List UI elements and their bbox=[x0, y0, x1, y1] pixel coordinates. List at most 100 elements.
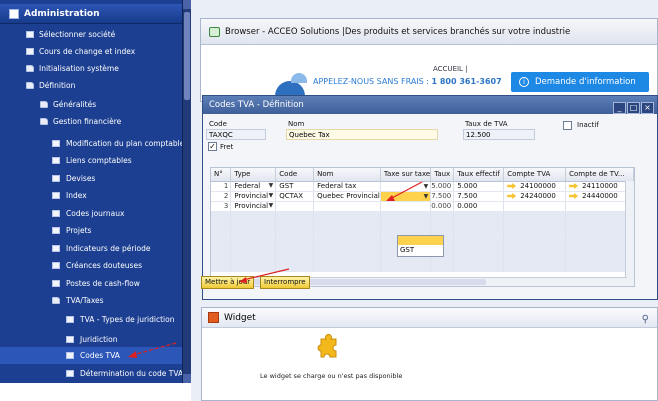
demande-information-button[interactable]: i Demande d'information bbox=[511, 72, 649, 92]
column-header[interactable]: Type bbox=[230, 168, 277, 182]
table-row[interactable]: 2 Provincial ▼ QCTAX Quebec Provincial ▼ … bbox=[211, 191, 634, 202]
sidebar-item-indicateurs-periode[interactable]: Indicateurs de période bbox=[0, 240, 182, 257]
sidebar-item-liens-comptables[interactable]: Liens comptables bbox=[0, 152, 182, 169]
form-icon bbox=[52, 140, 60, 147]
inactif-checkbox[interactable] bbox=[563, 121, 572, 130]
codes-tva-window: Codes TVA - Définition _ □ × Code TAXQC No… bbox=[201, 95, 658, 300]
sidebar-item-projets[interactable]: Projets bbox=[0, 222, 182, 239]
dropdown-empty-option[interactable] bbox=[398, 236, 443, 245]
sidebar-item-gestion-financiere[interactable]: Gestion financière bbox=[0, 113, 182, 130]
compte-tv2-cell[interactable]: 24110000 bbox=[565, 181, 634, 192]
sidebar-item-modification-plan-comptable[interactable]: Modification du plan comptable bbox=[0, 135, 182, 152]
column-header[interactable]: Taux effectif bbox=[453, 168, 505, 182]
row-number: 2 bbox=[211, 191, 232, 202]
sidebar-scrollbar[interactable] bbox=[182, 0, 191, 383]
taxe-sur-taxe-cell[interactable]: ▼ bbox=[380, 191, 432, 202]
nom-label: Nom bbox=[288, 120, 305, 128]
dropdown-arrow-icon[interactable]: ▼ bbox=[269, 182, 274, 189]
sidebar-item-index[interactable]: Index bbox=[0, 187, 182, 204]
pin-icon[interactable]: ⚲ bbox=[642, 310, 649, 330]
dropdown-arrow-icon[interactable]: ▼ bbox=[269, 202, 274, 209]
sidebar-item-devises[interactable]: Devises bbox=[0, 170, 182, 187]
column-header[interactable]: Taux bbox=[430, 168, 455, 182]
maximize-icon[interactable]: □ bbox=[627, 102, 640, 114]
close-icon[interactable]: × bbox=[641, 102, 654, 114]
sidebar-item-juridiction[interactable]: Juridiction bbox=[0, 331, 182, 348]
nom-cell[interactable]: Quebec Provincial bbox=[313, 191, 381, 202]
sidebar-item-initialisation-systeme[interactable]: Initialisation système bbox=[0, 60, 182, 77]
column-header[interactable]: Compte TVA bbox=[503, 168, 567, 182]
form-icon bbox=[26, 48, 34, 55]
link-arrow-icon[interactable] bbox=[507, 183, 517, 189]
dropdown-arrow-icon[interactable]: ▼ bbox=[269, 192, 274, 199]
window-title: Codes TVA - Définition bbox=[209, 100, 304, 110]
dropdown-arrow-icon[interactable]: ▼ bbox=[424, 183, 429, 190]
table-row[interactable]: 1 Federal ▼ GST Federal tax ▼ 5.000 5.000… bbox=[211, 181, 634, 192]
link-arrow-icon[interactable] bbox=[569, 183, 579, 189]
column-header[interactable]: N° bbox=[211, 168, 232, 182]
widget-icon bbox=[208, 312, 219, 323]
dropdown-arrow-icon[interactable]: ▼ bbox=[424, 193, 429, 200]
sidebar-item-label: Liens comptables bbox=[66, 156, 132, 165]
column-header[interactable]: Nom bbox=[313, 168, 381, 182]
scroll-down-button[interactable] bbox=[183, 374, 191, 383]
taxe-sur-taxe-dropdown[interactable]: GST bbox=[397, 235, 444, 257]
sidebar-item-creances-douteuses[interactable]: Créances douteuses bbox=[0, 257, 182, 274]
code-field[interactable]: TAXQC bbox=[206, 129, 266, 140]
type-cell[interactable]: Federal ▼ bbox=[230, 181, 277, 192]
nom-field[interactable]: Quebec Tax bbox=[286, 129, 438, 140]
sidebar-item-label: Codes TVA bbox=[80, 351, 120, 360]
fret-checkbox[interactable]: ✓ bbox=[208, 142, 217, 151]
compte-tva-cell[interactable] bbox=[503, 201, 567, 212]
code-cell[interactable] bbox=[275, 201, 315, 212]
code-cell[interactable]: GST bbox=[275, 181, 315, 192]
folder-icon bbox=[26, 65, 34, 72]
taxe-sur-taxe-cell[interactable] bbox=[380, 201, 432, 212]
interrompre-button[interactable]: Interrompre bbox=[260, 276, 310, 289]
column-header[interactable]: Taxe sur taxe bbox=[380, 168, 432, 182]
sidebar-item-codes-journaux[interactable]: Codes journaux bbox=[0, 205, 182, 222]
scrollbar-thumb[interactable] bbox=[184, 12, 190, 100]
type-value: Federal bbox=[234, 182, 261, 190]
column-header[interactable]: Compte de TV... bbox=[565, 168, 634, 182]
table-row[interactable]: 3 Provincial ▼ 0.000 0.000 bbox=[211, 201, 634, 212]
window-title-bar[interactable]: Codes TVA - Définition _ □ × bbox=[203, 96, 657, 114]
compte-tva-cell[interactable]: 24240000 bbox=[503, 191, 567, 202]
taux-effectif-cell: 5.000 bbox=[453, 181, 505, 192]
sidebar-item-codes-tva[interactable]: Codes TVA bbox=[0, 347, 182, 364]
link-arrow-icon[interactable] bbox=[507, 193, 517, 199]
column-header[interactable]: Code bbox=[275, 168, 315, 182]
compte-tv2-cell[interactable] bbox=[565, 201, 634, 212]
sidebar-header[interactable]: Administration bbox=[0, 4, 182, 24]
compte-tva-cell[interactable]: 24100000 bbox=[503, 181, 567, 192]
compte-tv2-cell[interactable]: 24440000 bbox=[565, 191, 634, 202]
taux-cell[interactable]: 7.500 bbox=[430, 191, 455, 202]
nom-cell[interactable]: Federal tax bbox=[313, 181, 381, 192]
taux-cell[interactable]: 0.000 bbox=[430, 201, 455, 212]
link-arrow-icon[interactable] bbox=[569, 193, 579, 199]
nav-accueil-link[interactable]: ACCUEIL | bbox=[433, 65, 468, 73]
code-cell[interactable]: QCTAX bbox=[275, 191, 315, 202]
minimize-icon[interactable]: _ bbox=[613, 102, 626, 114]
row-number: 3 bbox=[211, 201, 232, 212]
taux-tva-field[interactable]: 12.500 bbox=[463, 129, 535, 140]
nom-cell[interactable] bbox=[313, 201, 381, 212]
sidebar-item-definition[interactable]: Définition bbox=[0, 77, 182, 94]
sidebar-item-selectionner-societe[interactable]: Sélectionner société bbox=[0, 26, 182, 43]
mettre-a-jour-button[interactable]: Mettre à jour bbox=[201, 276, 255, 289]
grid-vertical-scrollbar[interactable] bbox=[625, 181, 634, 286]
sidebar-item-postes-cash-flow[interactable]: Postes de cash-flow bbox=[0, 275, 182, 292]
taux-cell[interactable]: 5.000 bbox=[430, 181, 455, 192]
sidebar-item-tva-types-juridiction[interactable]: TVA - Types de juridiction bbox=[0, 311, 182, 328]
sidebar-item-tva-taxes[interactable]: TVA/Taxes bbox=[0, 292, 182, 309]
scroll-up-button[interactable] bbox=[183, 0, 191, 9]
dropdown-option-gst[interactable]: GST bbox=[398, 245, 443, 256]
type-cell[interactable]: Provincial ▼ bbox=[230, 191, 277, 202]
sidebar-item-cours-de-change[interactable]: Cours de change et index bbox=[0, 43, 182, 60]
sidebar-item-label: Devises bbox=[66, 174, 96, 183]
sidebar-item-determination-code-tva[interactable]: Détermination du code TVA bbox=[0, 365, 182, 382]
taxe-sur-taxe-cell[interactable]: ▼ bbox=[380, 181, 432, 192]
sidebar-item-label: TVA/Taxes bbox=[66, 296, 104, 305]
type-cell[interactable]: Provincial ▼ bbox=[230, 201, 277, 212]
sidebar-item-generalites[interactable]: Généralités bbox=[0, 96, 182, 113]
